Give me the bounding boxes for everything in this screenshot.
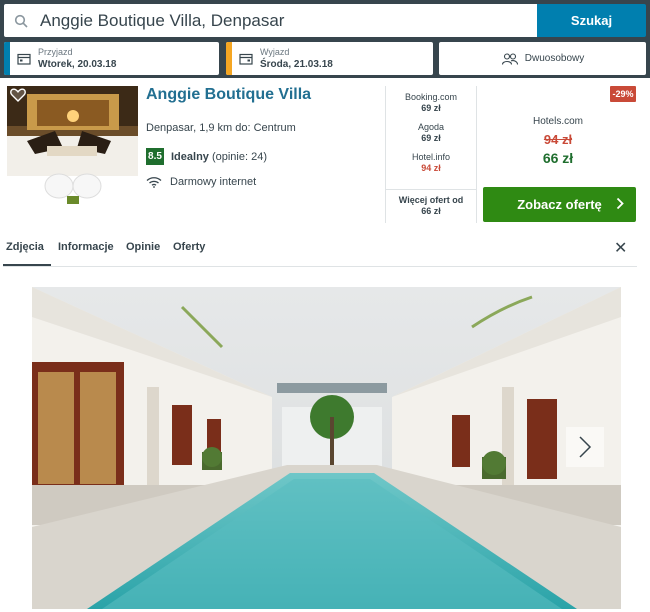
more-offers-label: Więcej ofert od xyxy=(398,195,464,205)
chevron-right-icon xyxy=(579,436,592,458)
other-offers-list: Booking.com 69 zł Agoda 69 zł Hotel.info… xyxy=(385,86,477,223)
rating-count: (opinie: 24) xyxy=(211,151,268,163)
search-button[interactable]: Szukaj xyxy=(537,4,646,37)
tab-photos[interactable]: Zdjęcia xyxy=(6,241,44,253)
old-price-value: 94 zł xyxy=(543,132,573,147)
offer-site: Agoda xyxy=(417,122,445,132)
view-deal-button[interactable]: Zobacz ofertę xyxy=(483,187,636,222)
wifi-icon xyxy=(146,177,162,188)
amenity-label: Darmowy internet xyxy=(170,176,257,188)
checkout-value: Środa, 21.03.18 xyxy=(260,58,333,70)
tab-offers[interactable]: Oferty xyxy=(173,241,205,253)
chevron-right-icon xyxy=(616,197,624,213)
checkin-label: Przyjazd xyxy=(38,46,73,57)
more-offers-link[interactable]: Więcej ofert od 66 zł xyxy=(386,189,476,223)
room-selector[interactable]: Dwuosobowy xyxy=(439,42,646,75)
more-offers-price: 66 zł xyxy=(421,206,441,216)
checkout-label: Wyjazd xyxy=(260,46,290,57)
calendar-icon xyxy=(10,53,38,65)
hotel-thumbnail[interactable] xyxy=(7,86,138,215)
offer-site: Booking.com xyxy=(404,92,458,102)
tab-information[interactable]: Informacje xyxy=(58,241,114,253)
amenity-wifi: Darmowy internet xyxy=(146,176,256,188)
top-bar: Anggie Boutique Villa, Denpasar Szukaj P… xyxy=(0,0,650,78)
offer-price: 69 zł xyxy=(421,103,441,113)
hotel-photo[interactable] xyxy=(32,287,621,609)
hotel-location: Denpasar, 1,9 km do: Centrum xyxy=(146,122,296,134)
best-deal-site: Hotels.com xyxy=(532,116,583,127)
offer-item[interactable]: Hotel.info 94 zł xyxy=(386,152,476,174)
rating-label[interactable]: Idealny (opinie: 24) xyxy=(171,151,267,163)
tab-reviews[interactable]: Opinie xyxy=(126,241,160,253)
checkin-value: Wtorek, 20.03.18 xyxy=(38,58,117,70)
rating-score-badge: 8.5 xyxy=(146,148,164,165)
search-icon xyxy=(4,14,38,28)
offer-item[interactable]: Booking.com 69 zł xyxy=(386,92,476,114)
checkout-field[interactable]: Wyjazd Środa, 21.03.18 xyxy=(226,42,433,75)
guests-icon xyxy=(501,52,518,65)
offer-site: Hotel.info xyxy=(411,152,451,162)
view-deal-label: Zobacz ofertę xyxy=(517,197,602,212)
offer-item[interactable]: Agoda 69 zł xyxy=(386,122,476,144)
search-input[interactable]: Anggie Boutique Villa, Denpasar xyxy=(38,11,284,31)
hotel-name-link[interactable]: Anggie Boutique Villa xyxy=(146,86,311,104)
checkin-field[interactable]: Przyjazd Wtorek, 20.03.18 xyxy=(4,42,219,75)
old-price: 94 zł xyxy=(483,132,633,147)
room-label: Dwuosobowy xyxy=(524,53,585,64)
tabs-divider xyxy=(3,266,637,267)
detail-tabs: Zdjęcia Informacje Opinie Oferty ✕ xyxy=(0,232,650,268)
close-icon[interactable]: ✕ xyxy=(614,238,627,258)
hotel-result-card: Anggie Boutique Villa Denpasar, 1,9 km d… xyxy=(0,78,650,228)
new-price: 66 zł xyxy=(542,150,574,166)
rating-word: Idealny xyxy=(171,151,209,163)
next-photo-button[interactable] xyxy=(566,427,604,467)
search-field[interactable]: Anggie Boutique Villa, Denpasar xyxy=(4,4,537,37)
discount-badge: -29% xyxy=(610,86,636,102)
favorite-heart-icon[interactable] xyxy=(10,88,26,107)
calendar-icon xyxy=(232,53,260,65)
offer-price: 94 zł xyxy=(421,163,441,173)
offer-price: 69 zł xyxy=(421,133,441,143)
